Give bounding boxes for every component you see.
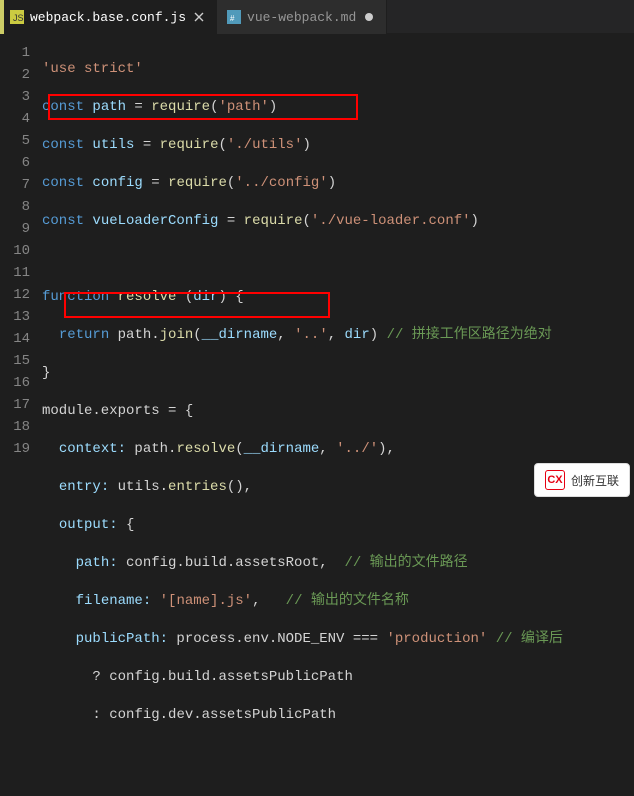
tab-label: webpack.base.conf.js	[30, 10, 186, 25]
svg-text:#: #	[230, 14, 235, 23]
md-file-icon: #	[227, 10, 241, 24]
js-file-icon: JS	[10, 10, 24, 24]
close-icon[interactable]	[192, 10, 206, 24]
tab-vue-webpack-md[interactable]: # vue-webpack.md	[217, 0, 387, 34]
svg-text:JS: JS	[13, 13, 24, 23]
dirty-indicator[interactable]	[362, 10, 376, 24]
tab-bar: JS webpack.base.conf.js # vue-webpack.md	[0, 0, 634, 34]
tab-webpack-base[interactable]: JS webpack.base.conf.js	[0, 0, 217, 34]
line-gutter: 123 456 789 101112 131415 161718 19	[0, 34, 42, 796]
code-editor[interactable]: 123 456 789 101112 131415 161718 19 'use…	[0, 34, 634, 796]
code-content[interactable]: 'use strict' const path = require('path'…	[42, 34, 563, 796]
watermark: CX 创新互联	[534, 463, 630, 497]
watermark-text: 创新互联	[571, 472, 619, 489]
watermark-logo: CX	[545, 470, 565, 490]
tab-label: vue-webpack.md	[247, 10, 356, 25]
